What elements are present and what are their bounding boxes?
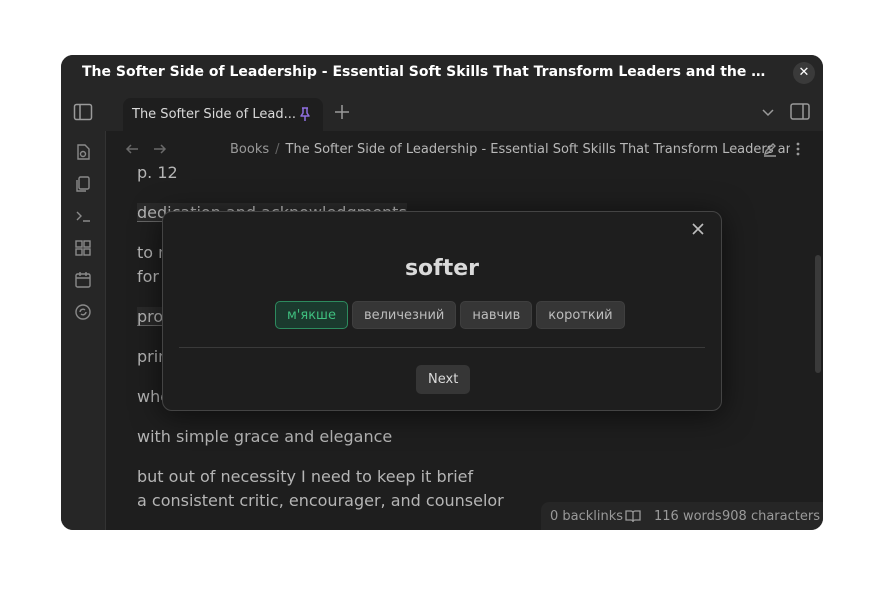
- grid-icon[interactable]: [74, 239, 92, 257]
- terminal-icon[interactable]: [74, 207, 92, 225]
- breadcrumb-folder[interactable]: Books: [230, 142, 269, 157]
- pin-icon[interactable]: [297, 106, 313, 122]
- answer-option-correct[interactable]: м'якше: [275, 301, 348, 329]
- forward-arrow-icon[interactable]: [152, 141, 168, 157]
- text-line: with simple grace and elegance: [137, 427, 393, 446]
- window-title: The Softer Side of Leadership - Essentia…: [82, 64, 772, 80]
- divider: [179, 347, 705, 348]
- quiz-modal: softer м'якше величезний навчив короткий…: [162, 211, 722, 411]
- chevron-down-icon[interactable]: [760, 104, 776, 120]
- more-options-icon[interactable]: [790, 141, 806, 157]
- right-sidebar-toggle-icon[interactable]: [789, 102, 811, 122]
- answer-option[interactable]: короткий: [536, 301, 625, 329]
- text-line: p. 12: [137, 163, 178, 182]
- character-count: 908 characters: [722, 509, 820, 524]
- tab-label: The Softer Side of Lead...: [132, 107, 296, 122]
- next-button[interactable]: Next: [416, 365, 471, 394]
- window-close-button[interactable]: ✕: [793, 62, 815, 84]
- sync-icon[interactable]: [74, 303, 92, 321]
- text-line: for: [137, 267, 159, 286]
- breadcrumb-current[interactable]: The Softer Side of Leadership - Essentia…: [286, 142, 790, 157]
- backlinks-count[interactable]: 0 backlinks: [550, 509, 623, 524]
- calendar-icon[interactable]: [74, 271, 92, 289]
- copy-icon[interactable]: [74, 175, 92, 193]
- book-open-icon[interactable]: [625, 508, 641, 524]
- answer-option[interactable]: величезний: [351, 301, 457, 329]
- breadcrumb-separator: /: [275, 142, 280, 157]
- text-line: a consistent critic, encourager, and cou…: [137, 491, 504, 510]
- sidebar-toggle-icon[interactable]: [73, 103, 93, 121]
- status-bar: 0 backlinks 116 words 908 characters: [541, 502, 823, 530]
- quiz-word: softer: [404, 256, 480, 281]
- left-ribbon: [61, 131, 106, 530]
- answer-options: м'якше величезний навчив короткий: [275, 301, 625, 329]
- close-icon[interactable]: [691, 222, 705, 236]
- word-count: 116 words: [654, 509, 722, 524]
- back-arrow-icon[interactable]: [124, 141, 140, 157]
- new-tab-icon[interactable]: [333, 103, 351, 121]
- title-bar: The Softer Side of Leadership - Essentia…: [61, 55, 823, 91]
- text-line: but out of necessity I need to keep it b…: [137, 467, 474, 486]
- file-search-icon[interactable]: [74, 143, 92, 161]
- tab-active[interactable]: The Softer Side of Lead...: [123, 98, 323, 131]
- scrollbar[interactable]: [815, 255, 821, 373]
- navigation-bar: Books / The Softer Side of Leadership - Es…: [106, 131, 823, 167]
- edit-pencil-icon[interactable]: [762, 141, 778, 157]
- text-line: pro: [137, 307, 164, 326]
- answer-option[interactable]: навчив: [460, 301, 533, 329]
- breadcrumb: Books / The Softer Side of Leadership - Es…: [230, 142, 790, 157]
